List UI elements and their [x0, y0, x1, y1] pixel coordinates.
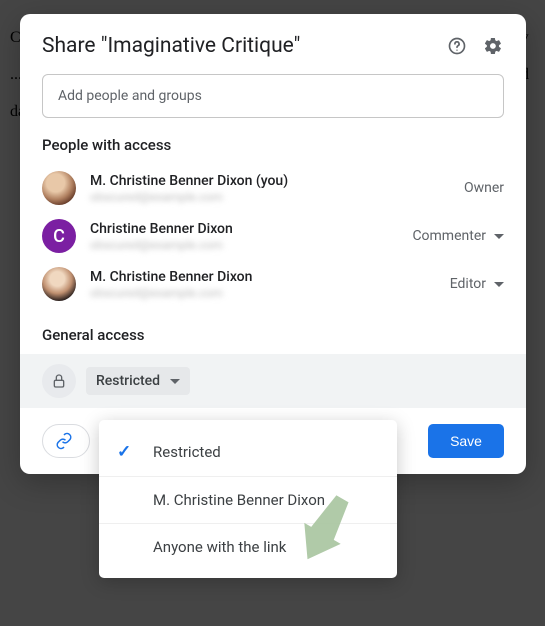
person-row: M. Christine Benner Dixon obscured@examp…: [42, 260, 504, 308]
person-name: M. Christine Benner Dixon: [90, 269, 450, 285]
person-row: C Christine Benner Dixon obscured@exampl…: [42, 212, 504, 260]
chevron-down-icon: [170, 379, 180, 384]
access-dropdown[interactable]: Restricted: [86, 367, 190, 395]
person-name: M. Christine Benner Dixon (you): [90, 173, 464, 189]
avatar: [42, 267, 76, 301]
menu-item-restricted[interactable]: ✓ Restricted: [99, 428, 397, 477]
add-people-input[interactable]: Add people and groups: [42, 74, 504, 118]
person-email: obscured@example.com: [90, 190, 464, 204]
access-dropdown-label: Restricted: [96, 373, 160, 389]
share-dialog: Share "Imaginative Critique" Add people …: [20, 14, 526, 474]
copy-link-button[interactable]: [42, 424, 90, 458]
role-text: Commenter: [412, 228, 486, 244]
avatar: C: [42, 219, 76, 253]
person-info: Christine Benner Dixon obscured@example.…: [90, 221, 412, 252]
menu-item-label: M. Christine Benner Dixon: [153, 491, 325, 509]
gear-icon[interactable]: [482, 35, 504, 57]
chevron-down-icon: [494, 234, 504, 239]
help-icon[interactable]: [446, 35, 468, 57]
link-icon: [55, 432, 73, 450]
menu-item-label: Anyone with the link: [153, 538, 286, 556]
save-button[interactable]: Save: [428, 424, 504, 458]
person-email: obscured@example.com: [90, 238, 412, 252]
header-icons: [446, 35, 504, 57]
person-email: obscured@example.com: [90, 286, 450, 300]
dialog-title: Share "Imaginative Critique": [42, 34, 300, 58]
menu-item-label: Restricted: [153, 443, 221, 461]
role-text: Owner: [464, 180, 504, 196]
access-dropdown-menu: ✓ Restricted M. Christine Benner Dixon A…: [99, 420, 397, 578]
person-info: M. Christine Benner Dixon obscured@examp…: [90, 269, 450, 300]
role-label: Owner: [464, 180, 504, 196]
general-access-row: Restricted: [20, 354, 526, 408]
chevron-down-icon: [494, 282, 504, 287]
people-with-access-heading: People with access: [42, 136, 504, 154]
role-dropdown[interactable]: Commenter: [412, 228, 504, 244]
role-text: Editor: [450, 276, 486, 292]
check-icon: ✓: [117, 442, 141, 462]
lock-icon: [42, 364, 76, 398]
person-info: M. Christine Benner Dixon (you) obscured…: [90, 173, 464, 204]
person-name: Christine Benner Dixon: [90, 221, 412, 237]
general-access-section: General access Restricted: [42, 326, 504, 408]
person-row: M. Christine Benner Dixon (you) obscured…: [42, 164, 504, 212]
role-dropdown[interactable]: Editor: [450, 276, 504, 292]
general-access-heading: General access: [42, 326, 504, 344]
avatar: [42, 171, 76, 205]
dialog-header: Share "Imaginative Critique": [42, 34, 504, 58]
